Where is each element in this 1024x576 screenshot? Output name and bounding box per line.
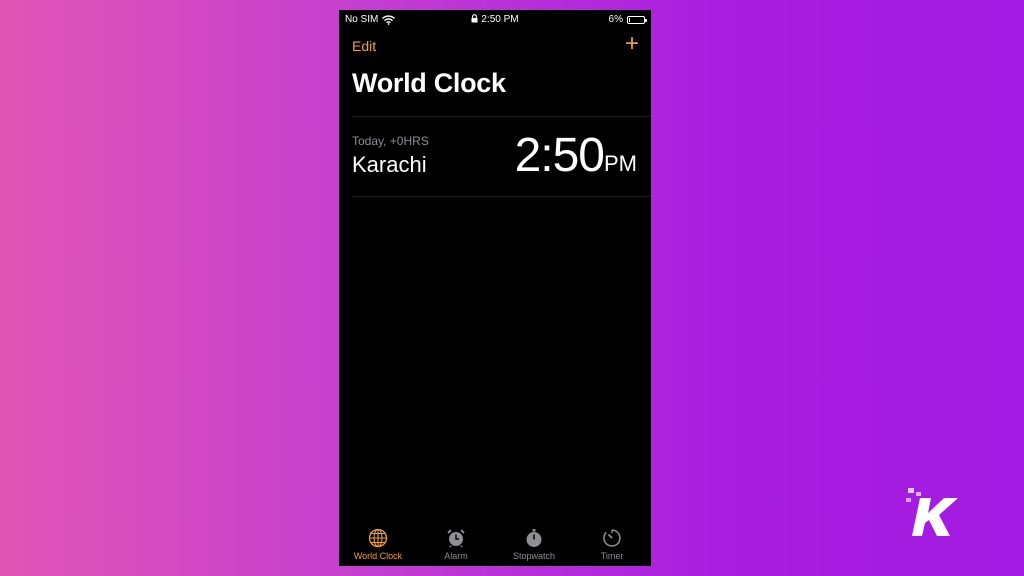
watermark-logo [906, 488, 958, 536]
clock-time-digits: 2:50 [514, 129, 605, 182]
clock-city: Karachi [352, 152, 427, 177]
clock-time: 2:50PM [515, 128, 637, 183]
divider [352, 116, 651, 117]
battery-percent: 6% [608, 14, 623, 25]
add-clock-button[interactable]: + [625, 32, 639, 56]
edit-button[interactable]: Edit [352, 38, 376, 54]
divider [352, 196, 651, 197]
timer-icon [603, 529, 621, 547]
tab-label: Stopwatch [512, 551, 556, 561]
tab-label: Timer [600, 551, 624, 561]
tab-world-clock[interactable]: World Clock [339, 528, 417, 561]
clock-time-ampm: PM [604, 151, 637, 176]
tab-timer[interactable]: Timer [573, 528, 651, 561]
tab-alarm[interactable]: Alarm [417, 528, 495, 561]
page-title: World Clock [352, 68, 506, 98]
lock-icon [471, 14, 478, 26]
clock-offset: Today, +0HRS [352, 134, 429, 148]
alarm-clock-icon [447, 529, 465, 548]
status-time: 2:50 PM [481, 14, 519, 25]
clock-row[interactable]: Today, +0HRS Karachi 2:50PM [339, 118, 651, 196]
tab-stopwatch[interactable]: Stopwatch [495, 528, 573, 561]
battery-icon [627, 15, 647, 24]
tab-bar: World Clock Alarm Stopwatch Timer [339, 522, 651, 566]
tab-label: Alarm [444, 551, 468, 561]
phone-screen: No SIM 2:50 PM 6% Edit + World Clock Tod… [339, 10, 651, 566]
stopwatch-icon [526, 529, 542, 547]
status-bar: No SIM 2:50 PM 6% [339, 10, 651, 30]
globe-icon [368, 528, 388, 548]
tab-label: World Clock [353, 551, 403, 561]
